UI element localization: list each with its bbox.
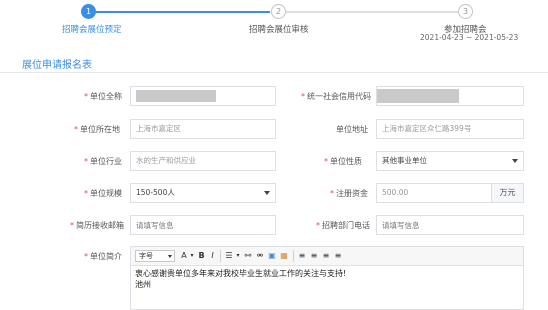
required-mark: *	[70, 221, 74, 230]
required-mark: *	[324, 157, 328, 166]
toolbar-divider	[220, 250, 221, 262]
align-justify-icon[interactable]: ≡	[333, 250, 343, 262]
capital-unit: 万元	[491, 183, 524, 203]
nature-select-value: 其他事业单位	[382, 156, 427, 165]
location-label: * 单位所在地	[74, 125, 120, 134]
section-divider	[0, 72, 548, 73]
unlink-icon[interactable]: ⚮	[255, 250, 265, 262]
redacted-value	[136, 90, 216, 102]
industry-label: * 单位行业	[84, 157, 122, 166]
italic-button[interactable]: I	[208, 250, 217, 262]
editor-line: 衷心感谢贵单位多年来对我校毕业生就业工作的关注与支持!	[135, 269, 347, 278]
font-size-select-label: 字号	[139, 252, 153, 260]
font-size-select[interactable]: 字号	[135, 250, 175, 262]
required-mark: *	[316, 221, 320, 230]
step-1-label: 招聘会展位预定	[62, 25, 122, 35]
resume-email-label: * 简历接收邮箱	[70, 221, 124, 230]
scale-label: * 单位规模	[84, 189, 122, 198]
capital-field[interactable]: 500.00	[376, 183, 492, 203]
scale-select[interactable]: 150-500人	[130, 183, 276, 203]
step-connector-pending	[286, 11, 458, 13]
credit-code-label: * 统一社会信用代码	[301, 92, 371, 101]
font-color-button[interactable]: A	[179, 250, 189, 262]
industry-field[interactable]: 水的生产和供应业	[130, 151, 276, 171]
capital-label: * 注册资金	[330, 189, 368, 198]
redacted-value	[377, 89, 459, 103]
address-label: 单位地址	[336, 125, 368, 134]
nature-label: * 单位性质	[324, 157, 362, 166]
step-1-indicator: 1	[81, 4, 96, 19]
nature-select[interactable]: 其他事业单位	[376, 151, 524, 171]
chevron-down-icon	[512, 159, 518, 163]
scale-select-value: 150-500人	[136, 188, 175, 197]
intro-rich-text-editor[interactable]: 字号 A ▾ B I ☰ ▾ ⚯ ⚮ ▣ ▦ ≡ ≡ ≡ ≡ 衷心感谢贵单位多年…	[130, 246, 524, 310]
chevron-down-icon	[168, 255, 172, 258]
hr-phone-label: * 招聘部门电话	[316, 221, 370, 230]
list-icon[interactable]: ☰	[223, 250, 235, 262]
editor-toolbar: 字号 A ▾ B I ☰ ▾ ⚯ ⚮ ▣ ▦ ≡ ≡ ≡ ≡	[131, 247, 523, 266]
chevron-down-icon[interactable]: ▾	[235, 250, 241, 262]
step-3-indicator: 3	[458, 4, 473, 19]
required-mark: *	[84, 157, 88, 166]
unit-name-field[interactable]	[130, 86, 276, 106]
bold-button[interactable]: B	[197, 250, 206, 262]
align-left-icon[interactable]: ≡	[297, 250, 307, 262]
required-mark: *	[84, 189, 88, 198]
required-mark: *	[84, 92, 88, 101]
align-right-icon[interactable]: ≡	[321, 250, 331, 262]
chevron-down-icon[interactable]: ▾	[189, 250, 195, 262]
progress-stepper: 1 2 3 招聘会展位预定 招聘会展位审核 参加招聘会 2021-04-23 ~…	[0, 0, 548, 50]
required-mark: *	[330, 189, 334, 198]
step-2-label: 招聘会展位审核	[249, 25, 309, 35]
required-mark: *	[74, 125, 78, 134]
toolbar-divider	[293, 250, 294, 262]
fair-date-range: 2021-04-23 ~ 2021-05-23	[420, 33, 519, 42]
editor-line: 池州	[135, 280, 151, 289]
link-icon[interactable]: ⚯	[243, 250, 253, 262]
credit-code-field[interactable]	[376, 86, 524, 106]
resume-email-input[interactable]	[130, 215, 276, 235]
intro-label: * 单位简介	[84, 252, 122, 261]
align-center-icon[interactable]: ≡	[309, 250, 319, 262]
unit-name-label: * 单位全称	[84, 92, 122, 101]
step-connector-completed	[96, 11, 270, 13]
hr-phone-input[interactable]	[376, 215, 524, 235]
image-icon[interactable]: ▣	[267, 250, 277, 262]
required-mark: *	[301, 92, 305, 101]
step-2-indicator: 2	[271, 4, 286, 19]
chevron-down-icon	[264, 191, 270, 195]
required-mark: *	[84, 252, 88, 261]
table-icon[interactable]: ▦	[279, 250, 289, 262]
section-title: 展位申请报名表	[22, 60, 92, 71]
address-field[interactable]: 上海市嘉定区众仁路399号	[376, 119, 524, 139]
editor-content[interactable]: 衷心感谢贵单位多年来对我校毕业生就业工作的关注与支持! 池州	[135, 268, 346, 290]
location-field[interactable]: 上海市嘉定区	[130, 119, 276, 139]
